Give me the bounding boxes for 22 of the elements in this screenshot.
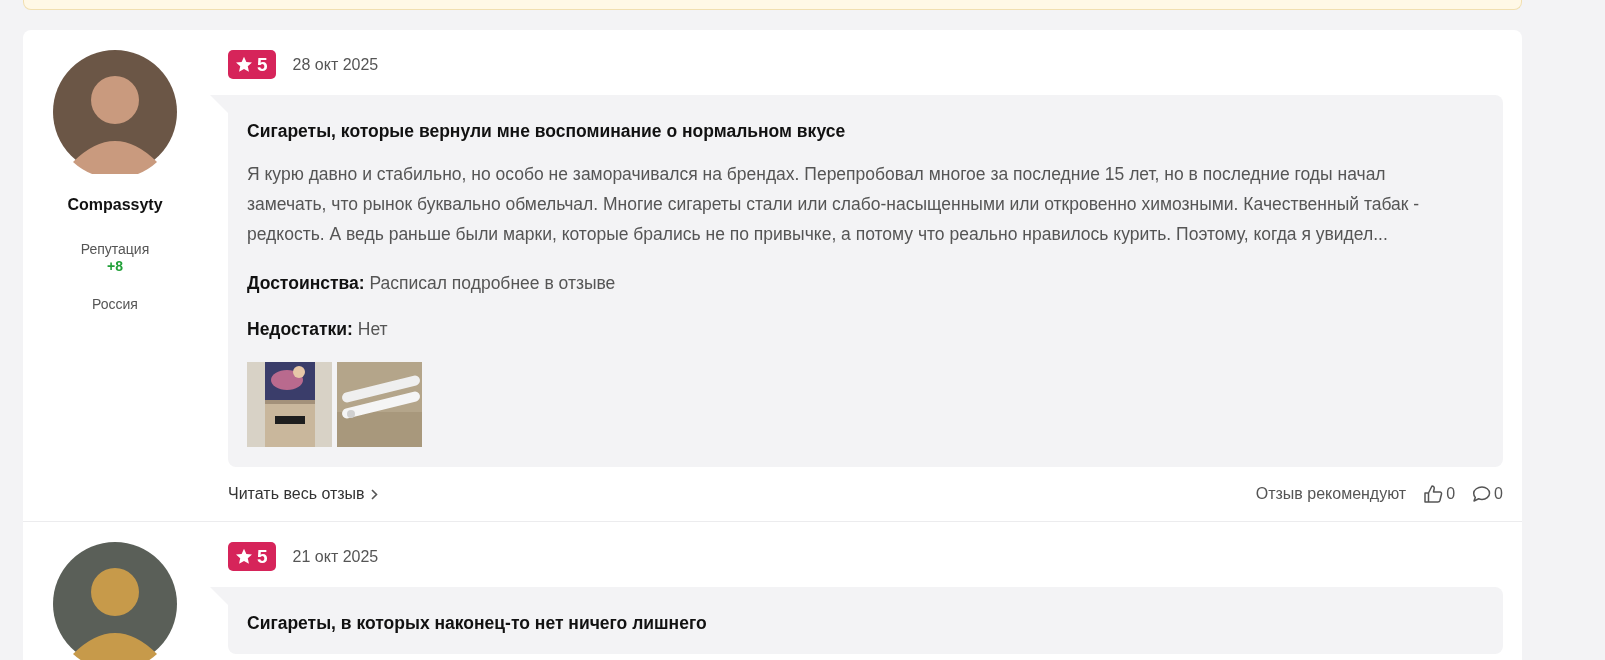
rating-value: 5 xyxy=(257,53,268,76)
rating-value: 5 xyxy=(257,545,268,568)
review-text: Я курю давно и стабильно, но особо не заморачивался на брендах. Перепробовал многое за последние 15 лет, но в последние годы начал замечать, что рынок буквально обмельчал. Многие сигареты стали или слабо-насыщенными или откровенно химозными. Качественный табак - редкость. А ведь раньше были марки, которые брались не по привычке, а потому что реально нравилось курить. Поэтому, когда я увидел... xyxy=(247,163,1421,246)
pros-text: Достоинства: Расписал подробнее в отзыве xyxy=(247,272,617,295)
author-country: Россия xyxy=(92,296,138,312)
cons-text: Недостатки: Нет xyxy=(247,318,389,341)
thumbs-up-icon xyxy=(1423,484,1444,504)
star-icon xyxy=(235,56,253,73)
reputation-label: Репутация xyxy=(80,241,150,257)
review-title[interactable]: Сигареты, в которых наконец-то нет ничего лишнего xyxy=(247,612,1484,634)
review-title[interactable]: Сигареты, которые вернули мне воспоминание о нормальном вкусе xyxy=(247,120,1484,142)
review-date: 28 окт 2025 xyxy=(292,55,379,74)
read-more-link[interactable]: Читать весь отзыв xyxy=(228,485,378,503)
reputation-value: +8 xyxy=(107,258,123,274)
likes-count: 0 xyxy=(1446,485,1456,503)
star-icon xyxy=(235,548,253,565)
review-date: 21 окт 2025 xyxy=(292,547,379,566)
author-name[interactable]: Compassyty xyxy=(67,196,163,214)
recommend-label: Отзыв рекомендуют xyxy=(1255,485,1407,503)
comments-count: 0 xyxy=(1494,485,1503,503)
chevron-icon xyxy=(370,488,378,500)
comment-icon xyxy=(1472,485,1492,503)
